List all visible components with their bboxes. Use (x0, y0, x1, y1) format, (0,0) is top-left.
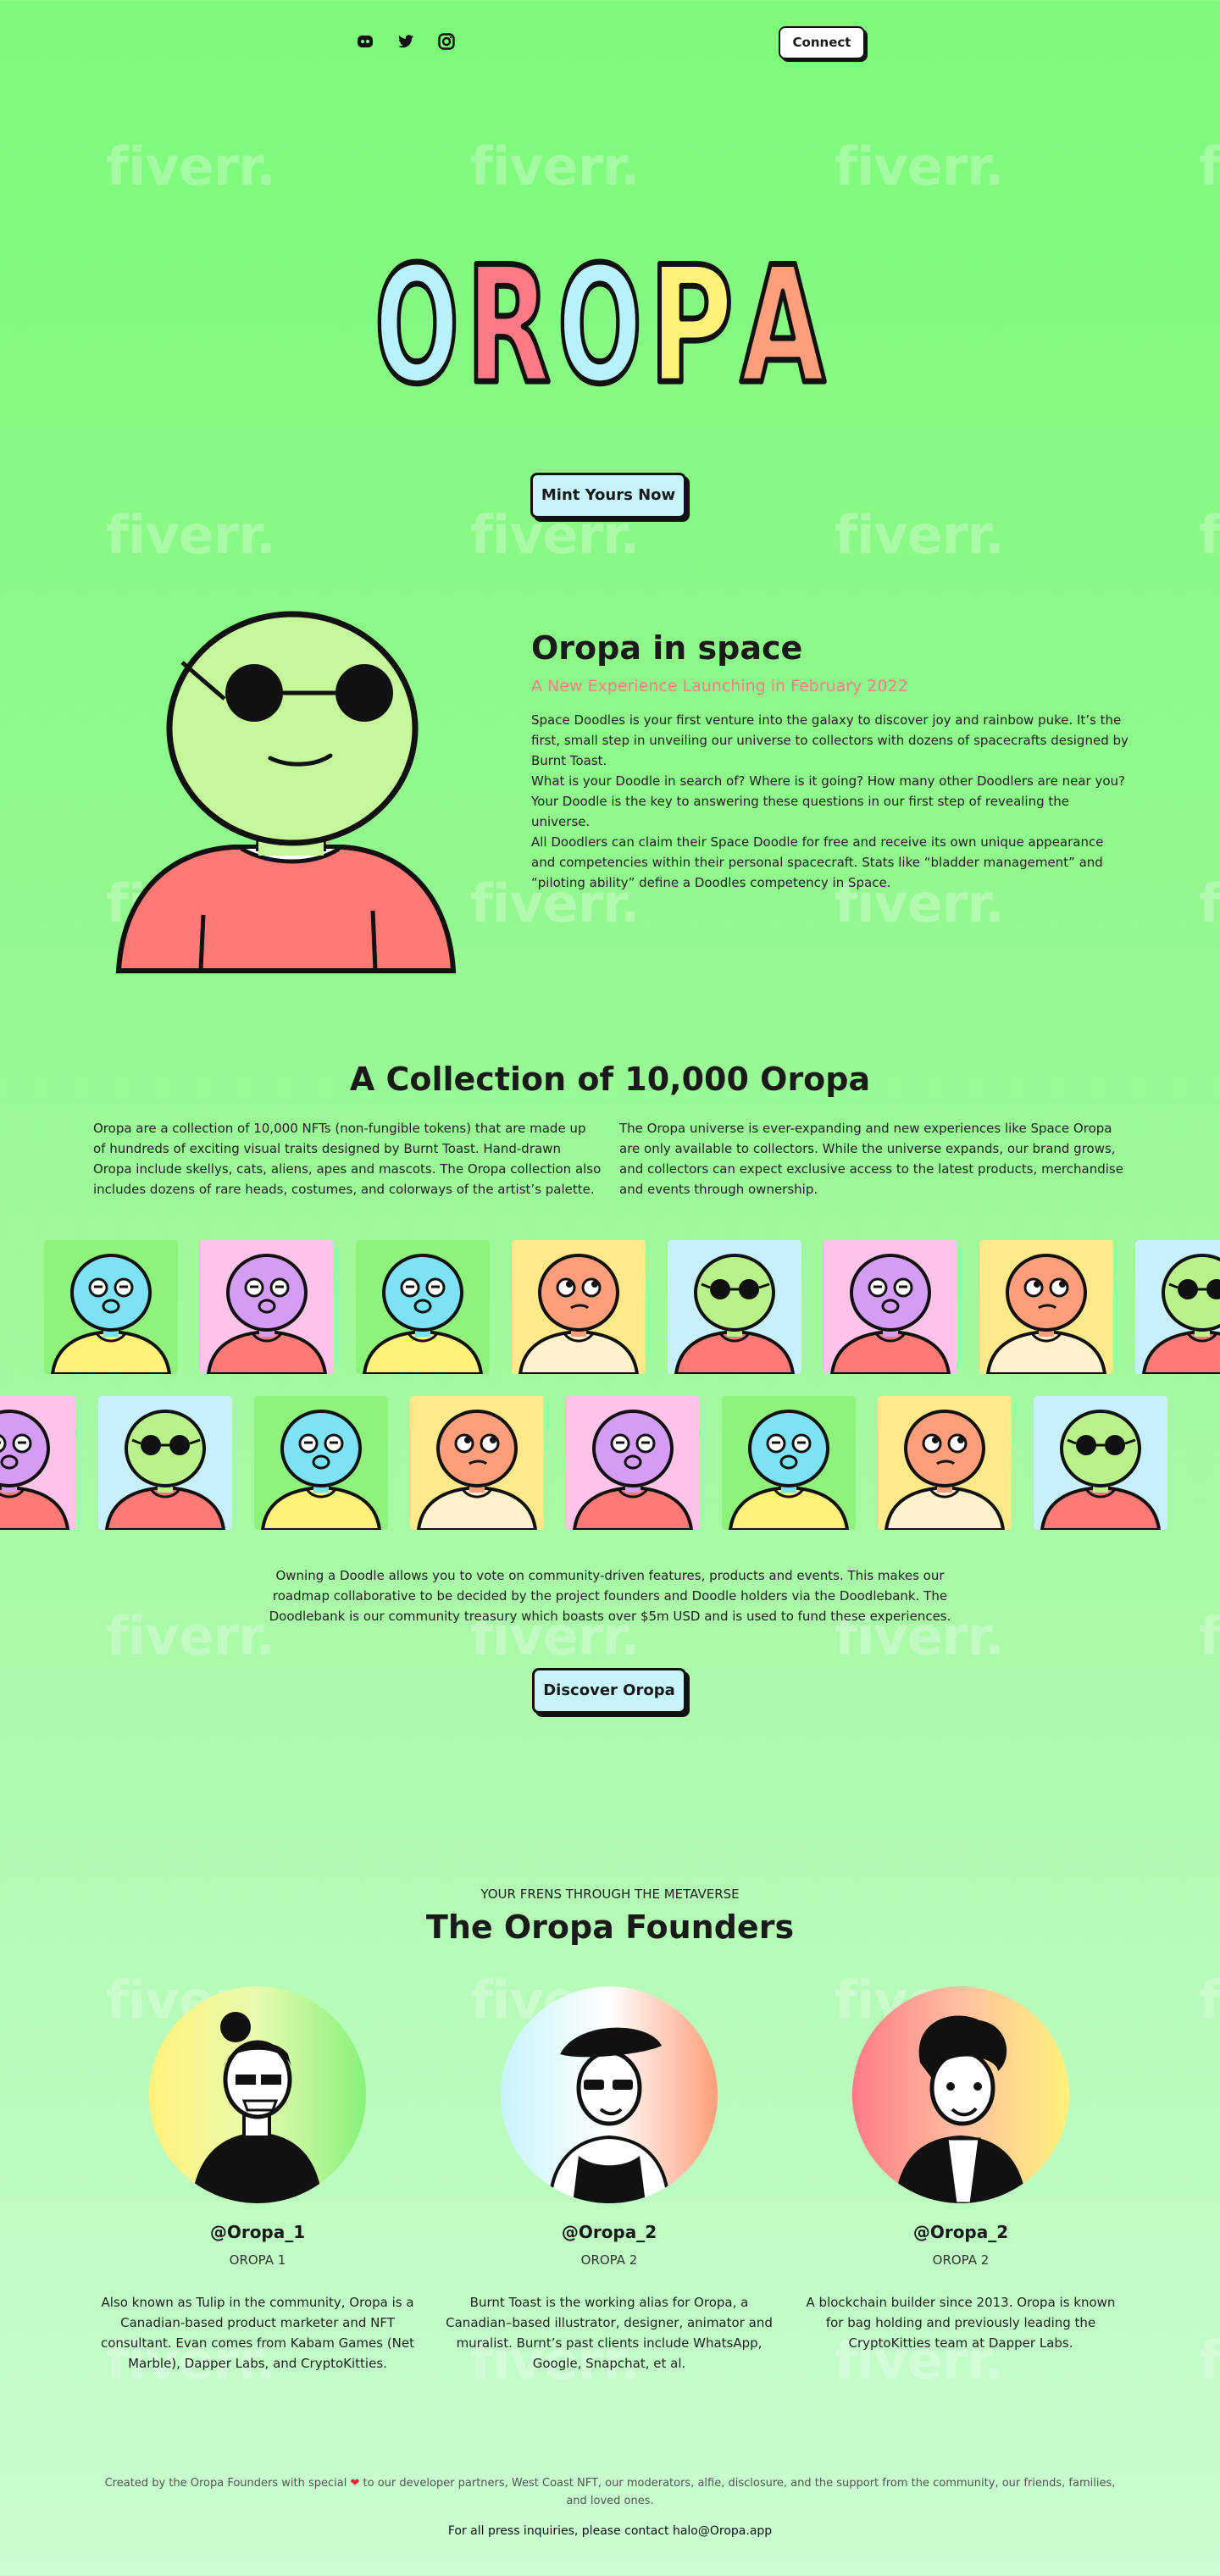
discover-button[interactable]: Discover Oropa (532, 1668, 686, 1714)
space-paragraph: All Doodlers can claim their Space Doodl… (531, 834, 1104, 890)
watermark-text: fiverr. (106, 136, 276, 197)
collection-doodle (0, 1410, 70, 1530)
founder-role: OROPA 2 (580, 2252, 638, 2268)
collection-doodle (884, 1410, 1006, 1530)
collection-doodle (985, 1254, 1107, 1374)
space-description: Space Doodles is your first venture into… (531, 710, 1128, 893)
discord-icon[interactable] (356, 32, 374, 51)
logo-letter: A (740, 232, 825, 407)
footer-credits: Created by the Oropa Founders with speci… (102, 2474, 1118, 2510)
connect-button[interactable]: Connect (779, 26, 865, 59)
founder-avatar (852, 1986, 1069, 2203)
watermark-text: fiverr. (470, 136, 640, 197)
collection-tile (1135, 1240, 1220, 1374)
logo-letter: O (374, 232, 459, 407)
founder-handle: @Oropa_1 (209, 2222, 306, 2242)
collection-tile (1034, 1396, 1167, 1530)
collection-doodle (206, 1254, 328, 1374)
watermark-text: fiverr. (1199, 504, 1220, 566)
watermark-text: fiverr. (1199, 1605, 1220, 1667)
collection-doodle (728, 1410, 850, 1530)
collection-doodle (50, 1254, 172, 1374)
founder-bio: Burnt Toast is the working alias for Oro… (446, 2295, 773, 2371)
collection-tile (356, 1240, 490, 1374)
collection-doodle (1141, 1254, 1220, 1374)
founder-bio: Also known as Tulip in the community, Or… (100, 2295, 415, 2371)
governance-text: Owning a Doodle allows you to vote on co… (269, 1568, 951, 1624)
collection-tile (98, 1396, 232, 1530)
collection-tile (0, 1396, 76, 1530)
collection-doodle (362, 1254, 484, 1374)
founders-eyebrow: YOUR FRENS THROUGH THE METAVERSE (480, 1886, 740, 1902)
collection-tile (566, 1396, 700, 1530)
hero-character-illustration (115, 611, 457, 973)
watermark-text: fiverr. (106, 504, 276, 566)
founder-role: OROPA 1 (229, 2252, 286, 2268)
footer-credits-before: Created by the Oropa Founders with speci… (104, 2477, 347, 2490)
collection-tile (979, 1240, 1113, 1374)
collection-doodle (416, 1410, 538, 1530)
oropa-logo: OROPA (372, 230, 829, 407)
watermark-text: fiverr. (835, 504, 1005, 566)
mint-button[interactable]: Mint Yours Now (530, 473, 686, 518)
collection-doodle (104, 1410, 226, 1530)
logo-letter: O (557, 232, 642, 407)
collection-tile (410, 1396, 544, 1530)
founders-title: The Oropa Founders (425, 1908, 795, 1946)
collection-tile (722, 1396, 856, 1530)
watermark-text: fiverr. (835, 136, 1005, 197)
founder-avatar (149, 1986, 366, 2203)
collection-tile (824, 1240, 957, 1374)
collection-doodle (572, 1410, 694, 1530)
collection-tile (44, 1240, 178, 1374)
collection-doodle (1040, 1410, 1162, 1530)
watermark-text: fiverr. (1199, 136, 1220, 197)
twitter-icon[interactable] (396, 32, 415, 51)
collection-doodle (674, 1254, 796, 1374)
collection-doodle (518, 1254, 640, 1374)
watermark-text: fiverr. (1199, 1969, 1220, 2031)
collection-tile (878, 1396, 1012, 1530)
collection-left-text: Oropa are a collection of 10,000 NFTs (n… (93, 1121, 602, 1197)
logo-letter: P (649, 232, 734, 407)
founder-role: OROPA 2 (932, 2252, 990, 2268)
space-subtitle: A New Experience Launching in February 2… (531, 677, 908, 695)
instagram-icon[interactable] (437, 32, 456, 51)
logo-letter: R (466, 232, 551, 407)
collection-doodle (829, 1254, 951, 1374)
watermark-text: fiverr. (106, 1605, 276, 1667)
press-contact: For all press inquiries, please contact … (447, 2524, 773, 2538)
collection-tile (200, 1240, 334, 1374)
founder-handle: @Oropa_2 (912, 2222, 1009, 2242)
collection-tile (512, 1240, 646, 1374)
footer-credits-after: to our developer partners, West Coast NF… (363, 2477, 1116, 2507)
collection-right-text: The Oropa universe is ever-expanding and… (619, 1121, 1123, 1197)
space-title: Oropa in space (531, 629, 803, 667)
collection-title: A Collection of 10,000 Oropa (349, 1061, 871, 1098)
collection-doodle (260, 1410, 382, 1530)
heart-icon: ❤ (350, 2477, 360, 2490)
space-paragraph: What is your Doodle in search of? Where … (531, 773, 1125, 829)
watermark-text: fiverr. (1199, 873, 1220, 934)
founder-avatar (501, 1986, 718, 2203)
watermark-text: fiverr. (1199, 2329, 1220, 2391)
collection-tile (254, 1396, 388, 1530)
founder-bio: A blockchain builder since 2013. Oropa i… (806, 2295, 1116, 2351)
collection-tile (668, 1240, 801, 1374)
founder-handle: @Oropa_2 (561, 2222, 657, 2242)
space-paragraph: Space Doodles is your first venture into… (531, 712, 1128, 768)
